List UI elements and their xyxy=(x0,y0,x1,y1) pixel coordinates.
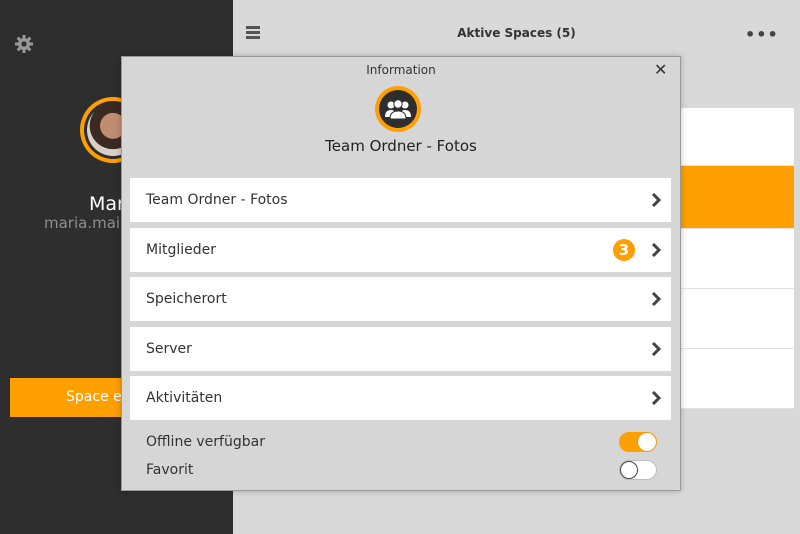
row-label: Server xyxy=(146,341,192,357)
toggle-knob xyxy=(638,433,656,451)
page-title: Aktive Spaces (5) xyxy=(457,26,576,40)
row-folder-name[interactable]: Team Ordner - Fotos xyxy=(130,178,671,222)
gear-icon[interactable] xyxy=(14,34,34,54)
toggle-label: Favorit xyxy=(146,462,194,478)
favorite-setting: Favorit xyxy=(130,458,671,482)
row-server[interactable]: Server xyxy=(130,327,671,371)
top-bar: Aktive Spaces (5) ••• xyxy=(233,0,800,62)
team-icon xyxy=(375,86,421,132)
folder-name: Team Ordner - Fotos xyxy=(325,137,477,155)
more-icon[interactable]: ••• xyxy=(745,25,779,44)
users-icon xyxy=(385,99,411,120)
chevron-right-icon xyxy=(651,342,662,356)
close-icon[interactable]: ✕ xyxy=(654,60,667,79)
information-dialog: Information ✕ Team Ordner - Fotos Team O… xyxy=(121,56,681,491)
row-label: Mitglieder xyxy=(146,242,216,258)
row-storage-location[interactable]: Speicherort xyxy=(130,277,671,321)
user-name: Mar xyxy=(89,193,125,215)
toggle-knob xyxy=(620,461,638,479)
offline-available-setting: Offline verfügbar xyxy=(130,430,671,454)
row-label: Speicherort xyxy=(146,291,227,307)
toggle-label: Offline verfügbar xyxy=(146,434,265,450)
favorite-toggle[interactable] xyxy=(619,460,657,480)
row-label: Team Ordner - Fotos xyxy=(146,192,288,208)
row-label: Aktivitäten xyxy=(146,390,223,406)
user-email: maria.mail xyxy=(44,214,125,232)
list-item[interactable] xyxy=(679,349,794,409)
chevron-right-icon xyxy=(651,391,662,405)
row-members[interactable]: Mitglieder 3 xyxy=(130,228,671,272)
chevron-right-icon xyxy=(651,193,662,207)
offline-available-toggle[interactable] xyxy=(619,432,657,452)
list-item-selected[interactable] xyxy=(679,166,794,229)
list-item[interactable] xyxy=(679,108,794,166)
members-count-badge: 3 xyxy=(613,239,635,261)
list-item[interactable] xyxy=(679,229,794,289)
chevron-right-icon xyxy=(651,292,662,306)
chevron-right-icon xyxy=(651,243,662,257)
row-activities[interactable]: Aktivitäten xyxy=(130,376,671,420)
list-item[interactable] xyxy=(679,289,794,349)
dialog-title: Information xyxy=(366,63,436,77)
